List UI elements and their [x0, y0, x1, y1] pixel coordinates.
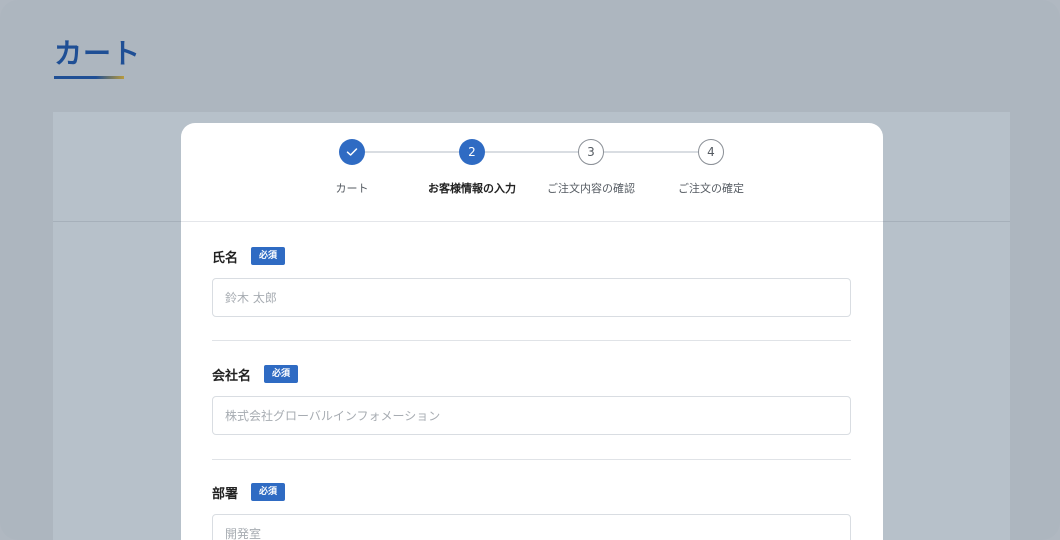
- step-connector: [364, 151, 472, 153]
- step-2-number: 2: [459, 139, 485, 165]
- name-label: 氏名: [212, 250, 239, 266]
- department-input[interactable]: [212, 514, 851, 540]
- step-3-number: 3: [578, 139, 604, 165]
- company-label: 会社名: [212, 368, 252, 384]
- required-badge: 必須: [251, 247, 286, 265]
- department-field-group: 部署 必須: [212, 482, 851, 540]
- name-input[interactable]: [212, 278, 851, 317]
- name-field-group: 氏名 必須: [212, 246, 851, 317]
- company-field-group: 会社名 必須: [212, 364, 851, 435]
- department-label: 部署: [212, 486, 239, 502]
- progress-stepper: 2 3 4 カート お客様情報の入力 ご注文内容の確認 ご注文の確定: [181, 123, 883, 222]
- field-divider: [212, 340, 851, 341]
- step-1-label: カート: [335, 182, 369, 195]
- step-connector: [604, 151, 700, 153]
- step-1-check-icon: [339, 139, 365, 165]
- step-3-label: ご注文内容の確認: [547, 182, 635, 195]
- company-input[interactable]: [212, 396, 851, 435]
- check-icon: [346, 148, 358, 156]
- required-badge: 必須: [264, 365, 299, 383]
- checkout-card: 2 3 4 カート お客様情報の入力 ご注文内容の確認 ご注文の確定 氏名 必須…: [181, 123, 883, 540]
- field-divider: [212, 459, 851, 460]
- step-4-label: ご注文の確定: [678, 182, 744, 195]
- page-title: カート: [54, 37, 142, 70]
- required-badge: 必須: [251, 483, 286, 501]
- step-connector: [484, 151, 580, 153]
- step-4-number: 4: [698, 139, 724, 165]
- title-underline: [54, 76, 124, 79]
- app-frame: カート 2 3 4 カート お客様情報の入力 ご注文内容の確認 ご注文の確定 氏…: [0, 0, 1060, 540]
